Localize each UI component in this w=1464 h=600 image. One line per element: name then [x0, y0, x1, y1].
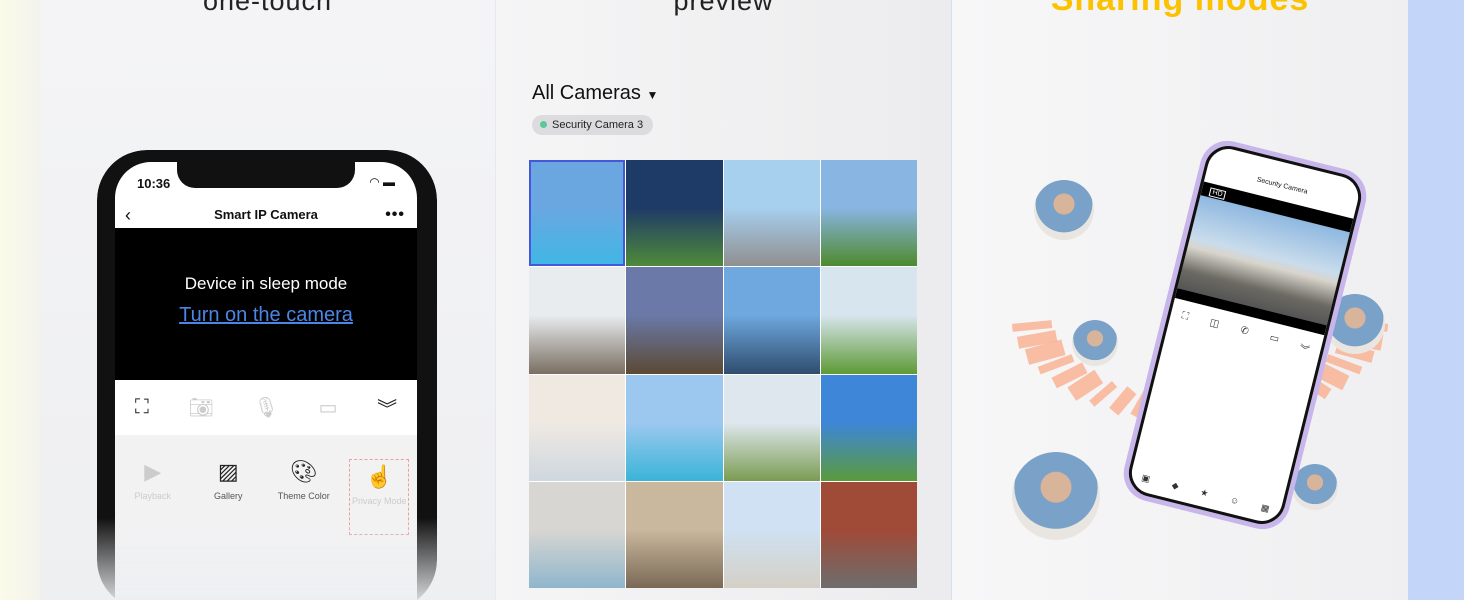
nav-bar: ‹ Smart IP Camera •••	[115, 202, 417, 228]
ray-stripe	[1011, 320, 1053, 332]
more-icon[interactable]: •••	[385, 202, 405, 228]
status-time: 10:36	[137, 176, 171, 191]
camera-thumbnail[interactable]	[529, 374, 626, 481]
phone-icon[interactable]: ✆	[1238, 325, 1250, 342]
play-icon: ▶	[144, 459, 162, 484]
shared-user-avatar	[1012, 452, 1100, 540]
panel-one-touch: one-touch 10:36 ◠ ▬ ‹ Smart IP Camera ••…	[40, 0, 495, 600]
video-record-icon[interactable]: ▭	[319, 395, 338, 420]
menu-label: Privacy Mode	[351, 496, 407, 506]
tab-icon[interactable]: ▦	[1260, 502, 1271, 515]
fullscreen-icon[interactable]: ⛶	[1179, 310, 1189, 326]
camera-thumbnail[interactable]	[626, 481, 723, 588]
shared-user-avatar	[1072, 320, 1118, 366]
camera-selector-label: All Cameras	[532, 82, 641, 104]
camera-thumbnail[interactable]	[529, 267, 626, 374]
panel-preview: preview All Cameras ▼ Security Camera 3	[496, 0, 951, 600]
phone-screen: 10:36 ◠ ▬ ‹ Smart IP Camera ••• Device i…	[115, 162, 417, 600]
camera-thumbnail[interactable]	[820, 374, 917, 481]
sleep-message: Device in sleep mode	[184, 274, 348, 293]
menu-label: Playback	[134, 491, 172, 501]
turn-on-camera-link[interactable]: Turn on the camera	[179, 304, 353, 327]
panel-title: preview	[673, 0, 774, 16]
shared-user-avatar	[1034, 180, 1094, 240]
shared-user-avatar	[1292, 464, 1338, 510]
camera-thumbnail[interactable]	[723, 160, 820, 267]
camera-selector[interactable]: All Cameras ▼	[532, 82, 658, 105]
tab-icon[interactable]: ★	[1199, 487, 1209, 500]
right-strip	[1408, 0, 1464, 600]
camera-thumbnail[interactable]	[626, 160, 723, 267]
microphone-icon[interactable]: 🎙︎	[254, 395, 279, 420]
camera-chip[interactable]: Security Camera 3	[532, 115, 654, 135]
tab-icon[interactable]: ◆	[1170, 480, 1180, 492]
screen-title: Smart IP Camera	[214, 207, 318, 222]
panel-title: one-touch	[202, 0, 333, 16]
back-icon[interactable]: ‹	[125, 202, 131, 228]
wifi-battery-icon: ◠ ▬	[369, 175, 395, 189]
menu-theme-color[interactable]: 🎨︎ Theme Color	[274, 459, 334, 600]
camera-thumbnail[interactable]	[723, 267, 820, 374]
ray-stripe	[1067, 369, 1104, 401]
camera-thumbnail[interactable]	[529, 160, 626, 267]
ray-stripe	[1109, 386, 1137, 416]
chevron-down-icon[interactable]: ︾	[1298, 340, 1311, 357]
tab-icon[interactable]: ☺	[1229, 494, 1240, 507]
image-icon: ▨	[217, 459, 239, 484]
camera-icon[interactable]: 📷︎	[188, 395, 213, 420]
camera-chip-label: Security Camera 3	[552, 119, 644, 131]
menu-gallery[interactable]: ▨ Gallery	[198, 459, 258, 600]
phone-notch	[177, 162, 355, 188]
menu-playback[interactable]: ▶ Playback	[123, 459, 183, 600]
camera-thumbnail[interactable]	[723, 481, 820, 588]
ray-stripe	[1016, 329, 1058, 349]
camera-grid	[529, 160, 917, 588]
tab-icon[interactable]: ▣	[1140, 472, 1152, 485]
camera-thumbnail[interactable]	[529, 481, 626, 588]
camera-thumbnail[interactable]	[626, 374, 723, 481]
privacy-icon: ☝	[365, 464, 393, 489]
caret-down-icon: ▼	[646, 88, 659, 102]
feature-menu: ▶ Playback ▨ Gallery 🎨︎ Theme Color ☝ Privac…	[115, 435, 417, 600]
menu-label: Theme Color	[277, 491, 330, 501]
camera-thumbnail[interactable]	[723, 374, 820, 481]
chevron-down-icon[interactable]: ︾	[377, 393, 397, 422]
ray-stripe	[1024, 339, 1066, 365]
video-area: Device in sleep mode Turn on the camera	[115, 228, 417, 380]
video-record-icon[interactable]: ▭	[1267, 332, 1280, 349]
menu-privacy-mode[interactable]: ☝ Privacy Mode	[349, 459, 410, 535]
fullscreen-icon[interactable]: ⛶	[135, 396, 149, 419]
camera-thumbnail[interactable]	[820, 481, 917, 588]
camera-icon[interactable]: ◫	[1208, 317, 1221, 334]
toolbar: ⛶ 📷︎ 🎙︎ ▭ ︾	[115, 380, 417, 435]
online-status-dot	[540, 121, 547, 128]
camera-thumbnail[interactable]	[626, 267, 723, 374]
menu-label: Gallery	[213, 491, 243, 501]
camera-thumbnail[interactable]	[820, 160, 917, 267]
phone-mockup: 10:36 ◠ ▬ ‹ Smart IP Camera ••• Device i…	[97, 150, 437, 600]
panel-title: Sharing modes	[952, 0, 1408, 19]
camera-thumbnail[interactable]	[820, 267, 917, 374]
palette-icon: 🎨︎	[289, 459, 318, 484]
